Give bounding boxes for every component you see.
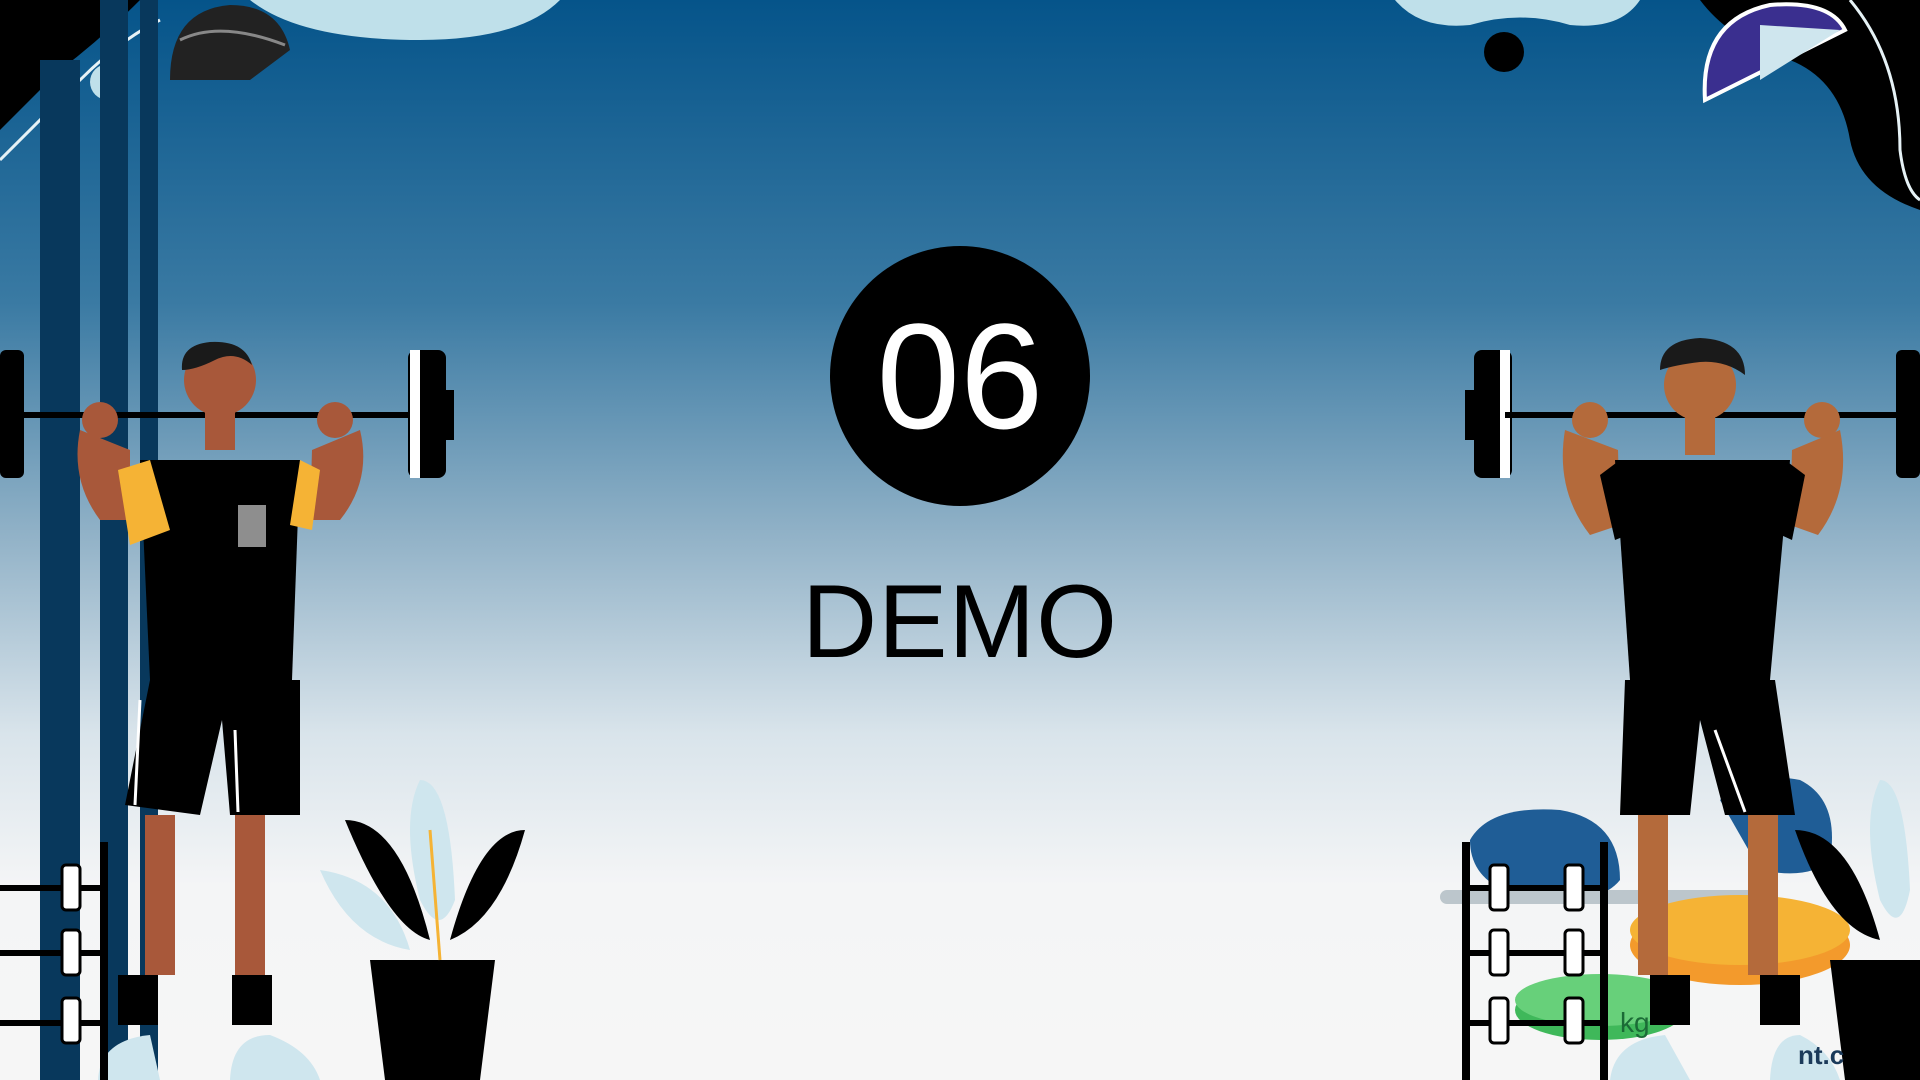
top-cloud-left bbox=[250, 0, 560, 40]
decorations: kg bbox=[0, 0, 1920, 1080]
plate-label: kg bbox=[1620, 1007, 1650, 1038]
watermark: nt.c bbox=[1798, 1040, 1845, 1070]
black-dot bbox=[1484, 32, 1524, 72]
top-cloud-right bbox=[1395, 0, 1640, 26]
pole-1 bbox=[40, 60, 80, 1080]
slide-title: DEMO bbox=[802, 564, 1118, 680]
section-number-badge: 06 bbox=[830, 246, 1090, 506]
section-number: 06 bbox=[876, 292, 1044, 460]
helmet-icon bbox=[170, 5, 290, 80]
slide-canvas: kg 06 DEMO nt.c bbox=[0, 0, 1920, 1080]
plant-pot-left bbox=[320, 780, 525, 1080]
